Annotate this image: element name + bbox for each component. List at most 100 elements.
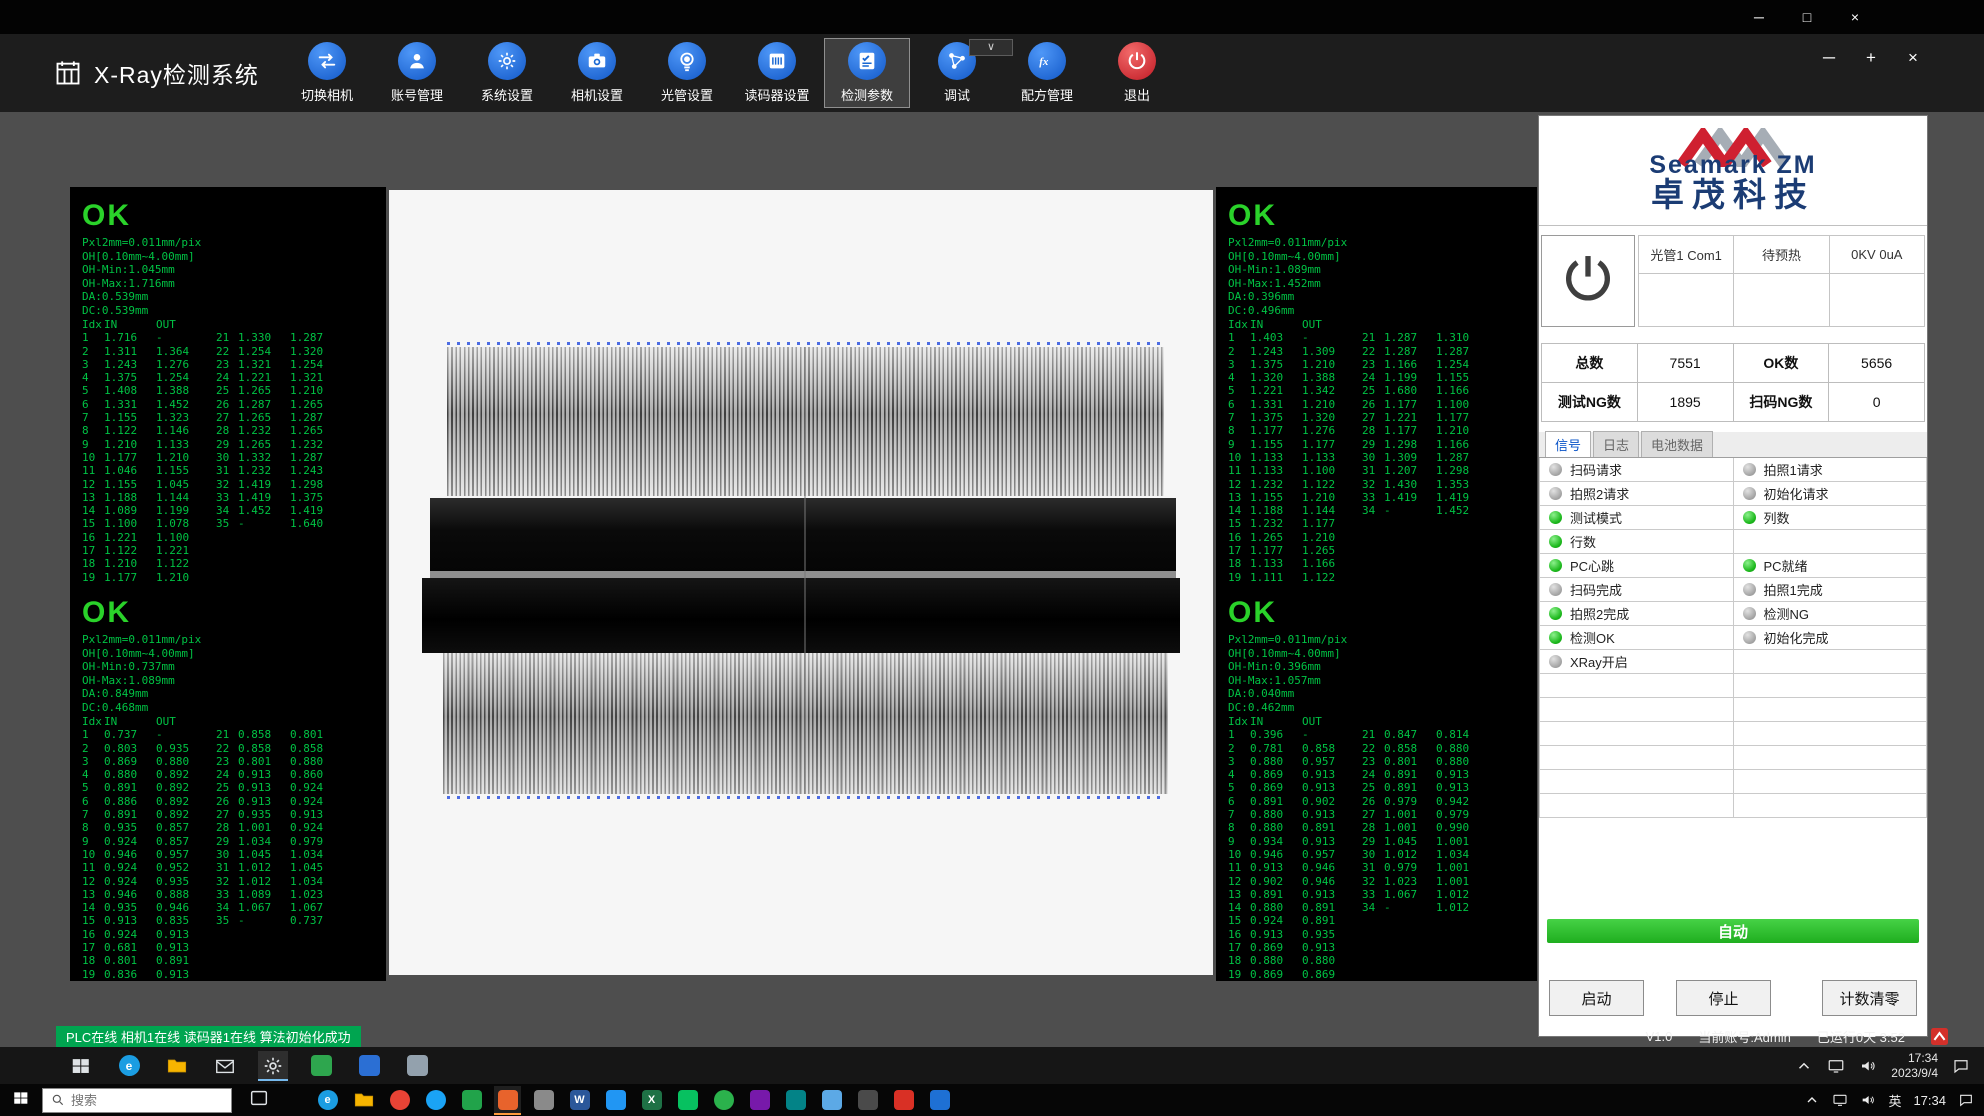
start-button[interactable] [66, 1051, 96, 1081]
tab-battery-data[interactable]: 电池数据 [1641, 431, 1713, 457]
xray-power-button[interactable] [1541, 235, 1635, 327]
app-teal-icon[interactable] [782, 1086, 809, 1115]
app-minimize-icon[interactable]: ─ [1820, 48, 1838, 68]
measurement-row: 190.8690.869 [1228, 968, 1350, 981]
signal-cell [1540, 770, 1734, 794]
tab-signals[interactable]: 信号 [1545, 431, 1591, 457]
chrome-icon[interactable] [386, 1086, 413, 1115]
app-gray-icon[interactable] [402, 1051, 432, 1081]
task-view-icon[interactable] [244, 1085, 274, 1115]
measurement-row: 240.8910.913 [1362, 768, 1484, 781]
measurement-row: 281.0010.924 [216, 821, 338, 834]
toolbar-button-recipe-management[interactable]: fx配方管理 [1004, 38, 1090, 108]
input-language-indicator[interactable]: 英 [1888, 1091, 1901, 1110]
notification-icon[interactable] [1958, 1092, 1974, 1108]
toolbar-button-account-management[interactable]: 账号管理 [374, 38, 460, 108]
measurement-row: 241.1991.155 [1362, 371, 1484, 384]
signal-label: 测试模式 [1570, 508, 1622, 527]
edge-browser-icon[interactable]: e [114, 1051, 144, 1081]
measurement-row: 220.8580.880 [1362, 742, 1484, 755]
mail-app-icon[interactable] [602, 1086, 629, 1115]
toolbar-button-reader-settings[interactable]: 读码器设置 [734, 38, 820, 108]
measurement-row: 91.1551.177 [1228, 438, 1350, 451]
measurement-row: 110.9240.952 [82, 861, 204, 874]
app-blue-icon[interactable] [354, 1051, 384, 1081]
measurement-row: 130.9460.888 [82, 888, 204, 901]
icon-shape [930, 1090, 950, 1110]
app-close-icon[interactable]: × [1904, 48, 1922, 68]
volume-tray-icon[interactable] [1859, 1057, 1877, 1075]
outer-clock[interactable]: 17:34 [1913, 1093, 1946, 1108]
wechat-icon[interactable] [674, 1086, 701, 1115]
icon-shape [462, 1090, 482, 1110]
signal-cell [1734, 674, 1928, 698]
measurement-row: 34-1.452 [1362, 504, 1484, 517]
measurement-row: 161.2211.100 [82, 531, 204, 544]
display-tray-icon[interactable] [1827, 1057, 1845, 1075]
app-gray-icon[interactable] [530, 1086, 557, 1115]
settings-gear-icon[interactable] [258, 1051, 288, 1081]
toolbar-dropdown-chevron[interactable]: ∨ [969, 39, 1013, 56]
file-explorer-icon[interactable] [162, 1051, 192, 1081]
toolbar-button-system-settings[interactable]: 系统设置 [464, 38, 550, 108]
measurement-meta-line: OH-Max:1.452mm [1228, 277, 1533, 291]
app-green-icon[interactable] [458, 1086, 485, 1115]
toolbar-button-inspection-params[interactable]: 检测参数 [824, 38, 910, 108]
stat-ok-value: 5656 [1829, 344, 1925, 383]
word-icon[interactable]: W [566, 1086, 593, 1115]
app-dark-icon[interactable] [854, 1086, 881, 1115]
toolbar-button-exit[interactable]: 退出 [1094, 38, 1180, 108]
volume-tray-icon[interactable] [1860, 1092, 1876, 1108]
measurement-row: 291.0340.979 [216, 835, 338, 848]
host-close-icon[interactable]: × [1846, 0, 1864, 34]
host-minimize-icon[interactable]: ─ [1750, 0, 1768, 34]
system-settings-icon [488, 42, 526, 80]
app-maximize-icon[interactable]: + [1862, 48, 1880, 68]
xray-image-view [389, 190, 1213, 975]
tray-expand-icon[interactable] [1795, 1057, 1813, 1075]
signal-label: 拍照1完成 [1764, 580, 1823, 599]
xray-dark-band-1 [430, 498, 1176, 571]
toolbar-button-camera-settings[interactable]: 相机设置 [554, 38, 640, 108]
measurement-row: 181.1331.166 [1228, 557, 1350, 570]
notes-icon[interactable] [818, 1086, 845, 1115]
edge-browser-icon[interactable]: e [314, 1086, 341, 1115]
qq-icon[interactable] [422, 1086, 449, 1115]
toolbar-button-switch-camera[interactable]: 切换相机 [284, 38, 370, 108]
tray-expand-icon[interactable] [1804, 1092, 1820, 1108]
browser-green-icon[interactable] [710, 1086, 737, 1115]
file-explorer-icon[interactable] [350, 1086, 377, 1115]
display-tray-icon[interactable] [1832, 1092, 1848, 1108]
measurement-row: 331.4191.419 [1362, 491, 1484, 504]
start-button[interactable]: 启动 [1549, 980, 1644, 1016]
start-button-host[interactable] [0, 1084, 42, 1116]
action-center-icon[interactable] [1952, 1057, 1970, 1075]
measurement-row: 20.7810.858 [1228, 742, 1350, 755]
tab-log[interactable]: 日志 [1593, 431, 1639, 457]
search-input[interactable] [71, 1093, 211, 1108]
app-red-icon[interactable] [890, 1086, 917, 1115]
reset-counter-button[interactable]: 计数清零 [1822, 980, 1917, 1016]
tube-settings-icon [668, 42, 706, 80]
toolbar-button-label: 读码器设置 [744, 85, 809, 104]
app-blue2-icon[interactable] [926, 1086, 953, 1115]
outer-system-tray: 英 17:34 [1804, 1091, 1974, 1110]
signal-label: 初始化完成 [1764, 628, 1829, 647]
app-green-icon[interactable] [306, 1051, 336, 1081]
auto-mode-button[interactable]: 自动 [1547, 919, 1919, 943]
measurement-meta-line: DA:0.849mm [82, 687, 382, 701]
taskbar-search[interactable] [42, 1088, 232, 1113]
toolbar-button-tube-settings[interactable]: 光管设置 [644, 38, 730, 108]
measurement-row: IdxINOUT [1228, 318, 1350, 331]
excel-icon[interactable]: X [638, 1086, 665, 1115]
measurement-meta-line: OH[0.10mm~4.00mm] [82, 647, 382, 661]
signal-label: PC就绪 [1764, 556, 1808, 575]
inner-clock[interactable]: 17:34 2023/9/4 [1891, 1051, 1938, 1081]
stop-button[interactable]: 停止 [1676, 980, 1771, 1016]
measurement-row: 31.2431.276 [82, 358, 204, 371]
xray-app-icon[interactable] [494, 1086, 521, 1115]
mail-icon[interactable] [210, 1051, 240, 1081]
measurement-row: 250.9130.924 [216, 781, 338, 794]
app-purple-icon[interactable] [746, 1086, 773, 1115]
host-maximize-icon[interactable]: □ [1798, 0, 1816, 34]
